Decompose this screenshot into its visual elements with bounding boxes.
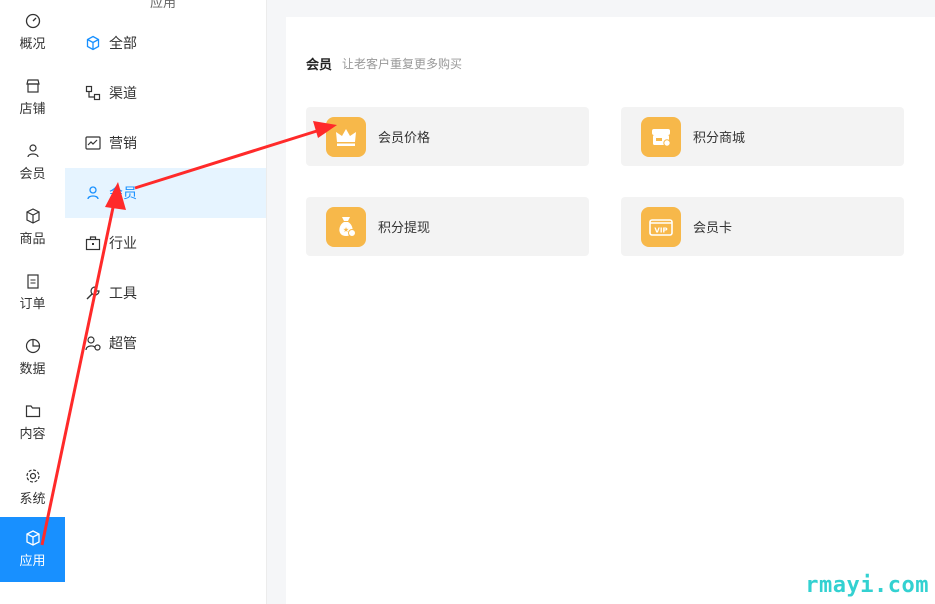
app-card-points-mall[interactable]: 积分商城: [621, 107, 904, 166]
box-icon: [25, 208, 40, 224]
cube-icon: [86, 35, 100, 51]
rail-label: 内容: [19, 427, 46, 442]
rail-item-content[interactable]: 内容: [0, 390, 65, 455]
rail-item-goods[interactable]: 商品: [0, 195, 65, 260]
sub-item-label: 渠道: [109, 86, 137, 102]
sub-nav-menu: 应用 全部 渠道 营销 会员 行业 工具 超管: [65, 0, 267, 604]
card-label: 积分提现: [378, 221, 431, 236]
rail-item-data[interactable]: 数据: [0, 325, 65, 390]
watermark-text: rmayi.com: [805, 573, 929, 598]
rail-item-orders[interactable]: 订单: [0, 260, 65, 325]
sub-item-superadmin[interactable]: 超管: [65, 318, 266, 368]
app-card-member-card[interactable]: VIP 会员卡: [621, 197, 904, 256]
section-description: 让老客户重复更多购买: [342, 57, 463, 71]
app-card-points-withdraw[interactable]: ★ 积分提现: [306, 197, 589, 256]
card-label: 积分商城: [693, 131, 746, 146]
rail-label: 数据: [19, 362, 46, 377]
pie-icon: [25, 338, 40, 354]
rail-label: 商品: [19, 232, 46, 247]
gear-icon: [25, 469, 40, 483]
sub-item-industry[interactable]: 行业: [65, 218, 266, 268]
app-icon: [25, 530, 40, 546]
sub-item-marketing[interactable]: 营销: [65, 118, 266, 168]
rail-label: 订单: [19, 297, 46, 312]
admin-icon: [85, 336, 101, 351]
briefcase-icon: [85, 236, 101, 251]
tool-icon: [86, 286, 100, 300]
rail-label: 概况: [19, 37, 46, 52]
svg-text:VIP: VIP: [654, 226, 667, 234]
rail-label: 会员: [19, 167, 46, 182]
app-card-member-price[interactable]: 会员价格: [306, 107, 589, 166]
dashboard-icon: [25, 13, 40, 29]
sub-item-label: 全部: [109, 36, 137, 52]
user-icon: [26, 144, 39, 158]
rail-label: 系统: [19, 492, 46, 507]
sub-item-label: 会员: [109, 186, 137, 202]
sub-item-channel[interactable]: 渠道: [65, 68, 266, 118]
sub-item-label: 超管: [109, 336, 137, 352]
submenu-header: 应用: [150, 0, 177, 11]
moneybag-icon: ★: [326, 206, 366, 247]
card-label: 会员卡: [693, 221, 733, 236]
rail-label: 应用: [19, 554, 46, 569]
rail-item-apps[interactable]: 应用: [0, 517, 65, 582]
rail-label: 店铺: [19, 102, 46, 117]
user-icon: [87, 186, 99, 200]
store-icon: [25, 79, 40, 93]
folder-icon: [25, 405, 40, 418]
main-nav-rail: 概况 店铺 会员 商品 订单 数据 内容 系统 应用: [0, 0, 66, 604]
rail-item-member[interactable]: 会员: [0, 130, 65, 195]
section-title: 会员: [306, 58, 333, 73]
rail-item-system[interactable]: 系统: [0, 455, 65, 520]
shop-icon: [641, 116, 681, 157]
card-label: 会员价格: [378, 131, 431, 146]
main-panel: 会员 让老客户重复更多购买 会员价格 积分商城 ★ 积分提现 VIP 会员卡: [286, 17, 935, 604]
clipboard-icon: [26, 274, 39, 289]
sub-item-member[interactable]: 会员: [65, 168, 266, 218]
rail-item-store[interactable]: 店铺: [0, 65, 65, 130]
sub-item-label: 工具: [109, 286, 137, 302]
sub-item-label: 行业: [109, 236, 137, 252]
crown-icon: [326, 116, 366, 157]
vip-card-icon: VIP: [641, 206, 681, 247]
sub-item-all[interactable]: 全部: [65, 18, 266, 68]
channel-icon: [85, 85, 101, 101]
sub-item-label: 营销: [109, 136, 137, 152]
rail-item-overview[interactable]: 概况: [0, 0, 65, 65]
sub-item-tools[interactable]: 工具: [65, 268, 266, 318]
svg-text:★: ★: [343, 226, 349, 234]
chart-icon: [85, 136, 101, 150]
